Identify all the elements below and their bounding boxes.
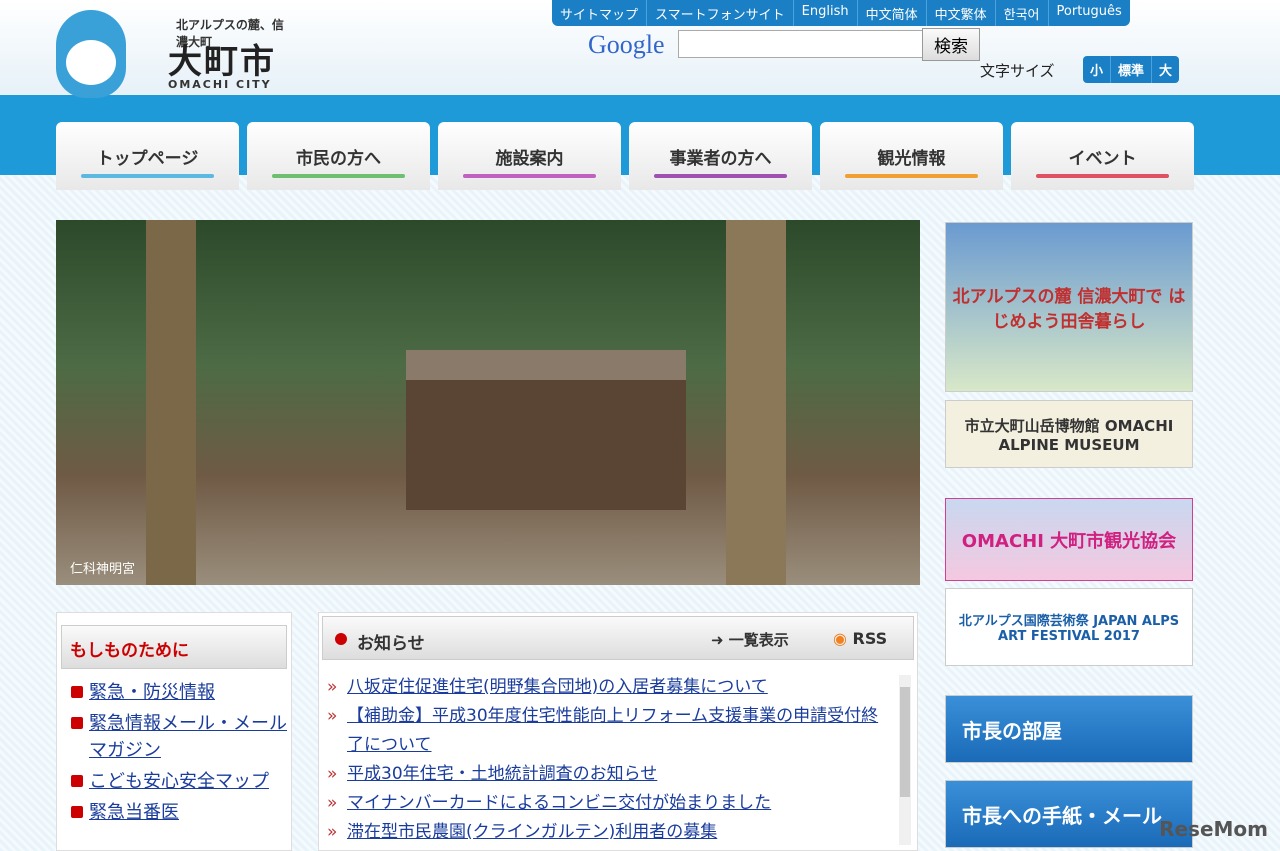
emergency-box: もしものために 緊急・防災情報 緊急情報メール・メールマガジン こども安心安全マ… [56,612,292,851]
font-size-controls: 小 標準 大 [1083,56,1180,83]
list-item: 平成30年住宅・土地統計調査のお知らせ [325,760,887,789]
notice-box: お知らせ ➜ 一覧表示 ◉ RSS 八坂定住促進住宅(明野集合団地)の入居者募集… [318,612,918,851]
lang-portuguese[interactable]: Português [1049,0,1130,26]
list-view-link[interactable]: ➜ 一覧表示 [711,629,789,650]
rss-link[interactable]: ◉ RSS [833,629,887,648]
smartphone-link[interactable]: スマートフォンサイト [647,0,794,26]
list-item[interactable]: 緊急情報メール・メールマガジン [57,708,291,766]
main-nav: トップページ 市民の方へ 施設案内 事業者の方へ 観光情報 イベント [56,122,1194,190]
banner-mayor-room[interactable]: 市長の部屋 [945,695,1193,763]
list-item: 【補助金】平成30年度住宅性能向上リフォーム支援事業の申請受付終了について [325,702,887,760]
list-item[interactable]: こども安心安全マップ [57,766,291,797]
font-large-button[interactable]: 大 [1152,56,1179,83]
shrine-building [406,350,686,510]
lang-zh-tw[interactable]: 中文繁体 [927,0,996,26]
rss-label: RSS [852,629,888,648]
tab-underline [81,174,214,178]
list-item: マイナンバーカードによるコンビニ交付が始まりました [325,789,887,818]
search-input[interactable] [678,30,923,58]
list-view-label: 一覧表示 [728,631,789,649]
notice-link[interactable]: 平成30年住宅・土地統計調査のお知らせ [347,764,657,784]
banner-museum[interactable]: 市立大町山岳博物館 OMACHI ALPINE MUSEUM [945,400,1193,468]
tab-business[interactable]: 事業者の方へ [629,122,812,190]
font-size-label: 文字サイズ [980,62,1055,80]
scrollbar-thumb[interactable] [900,687,910,797]
notice-link[interactable]: 滞在型市民農園(クラインガルテン)利用者の募集 [347,822,717,842]
tab-events[interactable]: イベント [1011,122,1194,190]
list-item[interactable]: 緊急・防災情報 [57,677,291,708]
banner-tourism[interactable]: OMACHI 大町市観光協会 [945,498,1193,581]
emergency-link[interactable]: 緊急・防災情報 [89,682,215,703]
banner-inaka[interactable]: 北アルプスの麓 信濃大町で はじめよう田舎暮らし [945,222,1193,392]
lang-english[interactable]: English [794,0,858,26]
emergency-title: もしものために [61,625,287,669]
tab-citizens[interactable]: 市民の方へ [247,122,430,190]
tab-tourism[interactable]: 観光情報 [820,122,1003,190]
emergency-link[interactable]: 緊急当番医 [89,802,179,823]
site-logo[interactable]: 北アルプスの麓、信濃大町 大町市 OMACHI CITY [56,10,286,100]
tab-label: イベント [1068,149,1137,169]
rss-icon: ◉ [833,629,847,648]
tab-underline [845,174,978,178]
watermark: ReseMom [1159,817,1268,841]
language-bar: サイトマップ スマートフォンサイト English 中文简体 中文繁体 한국어 … [552,0,1130,26]
font-small-button[interactable]: 小 [1083,56,1112,83]
lang-zh-cn[interactable]: 中文简体 [858,0,927,26]
tab-label: 観光情報 [877,149,946,169]
font-normal-button[interactable]: 標準 [1111,56,1153,83]
banner-art-festival[interactable]: 北アルプス国際芸術祭 JAPAN ALPS ART FESTIVAL 2017 [945,588,1193,666]
tab-underline [1036,174,1169,178]
notice-link[interactable]: 八坂定住促進住宅(明野集合団地)の入居者募集について [347,677,768,697]
scrollbar[interactable] [899,675,911,845]
hero-image[interactable]: 仁科神明宮 [56,220,920,585]
list-item: 滞在型市民農園(クラインガルテン)利用者の募集 [325,818,887,847]
city-name-en: OMACHI CITY [168,78,272,91]
google-logo: Google [588,30,665,59]
list-item[interactable]: 緊急当番医 [57,797,291,828]
list-item: 八坂定住促進住宅(明野集合団地)の入居者募集について [325,673,887,702]
torii-pillar [146,220,196,585]
search-button[interactable]: 検索 [922,28,980,61]
hero-caption: 仁科神明宮 [70,562,136,577]
notice-header: お知らせ ➜ 一覧表示 ◉ RSS [322,616,914,660]
tab-label: 事業者の方へ [669,149,772,169]
torii-pillar [726,220,786,585]
banner-mayor-letter[interactable]: 市長への手紙・メール [945,780,1193,848]
sitemap-link[interactable]: サイトマップ [552,0,648,26]
tab-underline [463,174,596,178]
tab-top[interactable]: トップページ [56,122,239,190]
tab-label: 市民の方へ [296,149,381,169]
emergency-link[interactable]: こども安心安全マップ [89,771,269,792]
tab-facilities[interactable]: 施設案内 [438,122,621,190]
notice-title: お知らせ [357,634,425,654]
tab-underline [654,174,787,178]
emergency-link[interactable]: 緊急情報メール・メールマガジン [89,713,287,761]
notice-list: 八坂定住促進住宅(明野集合団地)の入居者募集について 【補助金】平成30年度住宅… [319,663,917,847]
tab-label: 施設案内 [495,149,564,169]
mascot-icon [56,10,126,98]
bullet-icon [335,633,347,645]
notice-link[interactable]: マイナンバーカードによるコンビニ交付が始まりました [347,793,771,813]
lang-korean[interactable]: 한국어 [996,0,1049,26]
notice-link[interactable]: 【補助金】平成30年度住宅性能向上リフォーム支援事業の申請受付終了について [347,706,878,755]
tab-label: トップページ [96,149,199,169]
tab-underline [272,174,405,178]
city-name: 大町市 [168,42,276,82]
